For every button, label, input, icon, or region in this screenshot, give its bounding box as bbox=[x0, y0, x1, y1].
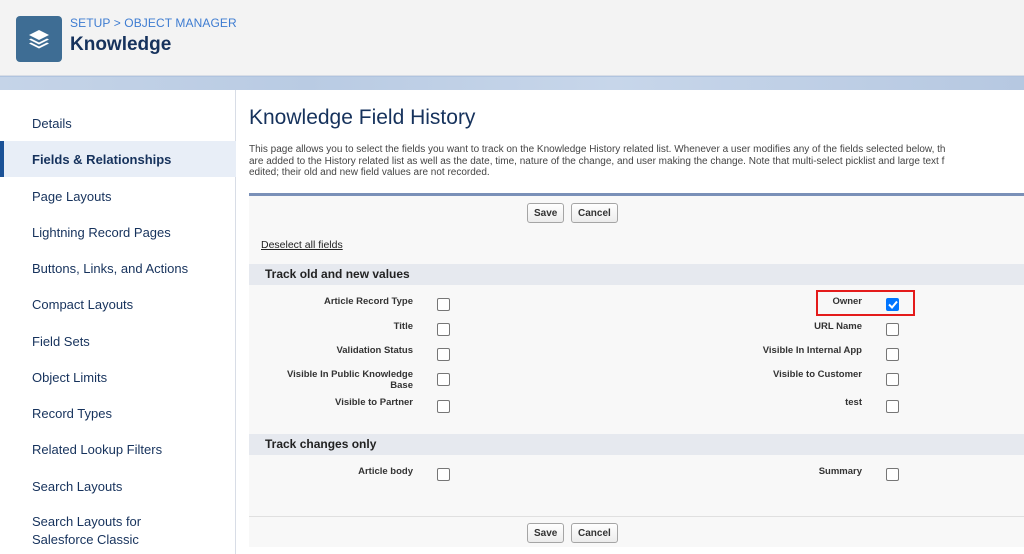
checkbox-validation-status[interactable] bbox=[437, 348, 450, 361]
sidebar-item-compact-layouts[interactable]: Compact Layouts bbox=[0, 286, 236, 322]
checkbox-visible-to-customer[interactable] bbox=[886, 373, 899, 386]
section-track-changes-only: Track changes only bbox=[249, 434, 1024, 455]
checkbox-summary[interactable] bbox=[886, 468, 899, 481]
field-label-title: Title bbox=[393, 321, 413, 332]
owner-highlight-box bbox=[816, 290, 915, 316]
field-label-test: test bbox=[845, 397, 862, 408]
sidebar-item-record-types[interactable]: Record Types bbox=[0, 395, 236, 431]
sidebar-item-page-layouts[interactable]: Page Layouts bbox=[0, 178, 236, 214]
field-label-article-record-type: Article Record Type bbox=[323, 296, 413, 307]
sidebar-item-search-layouts-classic[interactable]: Search Layouts for Salesforce Classic bbox=[0, 510, 200, 552]
field-label-visible-to-partner: Visible to Partner bbox=[335, 397, 413, 408]
deselect-all-link[interactable]: Deselect all fields bbox=[261, 239, 343, 251]
save-button-top[interactable]: Save bbox=[527, 203, 565, 223]
decorative-band bbox=[0, 77, 1024, 91]
object-manager-sidebar: Details Fields & Relationships Page Layo… bbox=[0, 90, 236, 554]
checkbox-visible-internal-app[interactable] bbox=[886, 348, 899, 361]
field-label-visible-internal-app: Visible In Internal App bbox=[762, 345, 862, 356]
bottom-button-bar: Save Cancel bbox=[249, 516, 1024, 550]
sidebar-item-buttons-links-actions[interactable]: Buttons, Links, and Actions bbox=[0, 250, 236, 286]
sidebar-item-fields-relationships[interactable]: Fields & Relationships bbox=[0, 141, 236, 177]
field-history-panel: Save Cancel Deselect all fields Track ol… bbox=[249, 193, 1024, 547]
checkbox-title[interactable] bbox=[437, 323, 450, 336]
object-title: Knowledge bbox=[70, 34, 172, 55]
sidebar-item-related-lookup-filters[interactable]: Related Lookup Filters bbox=[0, 431, 236, 467]
checkbox-visible-public-kb[interactable] bbox=[437, 373, 450, 386]
checkbox-visible-to-partner[interactable] bbox=[437, 400, 450, 413]
main-content: Knowledge Field History This page allows… bbox=[236, 90, 1024, 554]
page-title: Knowledge Field History bbox=[249, 106, 476, 129]
breadcrumb[interactable]: SETUP > OBJECT MANAGER bbox=[70, 16, 237, 30]
save-button-bottom[interactable]: Save bbox=[527, 523, 565, 543]
field-label-article-body: Article body bbox=[358, 466, 413, 477]
cancel-button-bottom[interactable]: Cancel bbox=[571, 523, 618, 543]
sidebar-item-object-limits[interactable]: Object Limits bbox=[0, 359, 236, 395]
section-track-old-new: Track old and new values bbox=[249, 264, 1024, 285]
sidebar-item-search-layouts[interactable]: Search Layouts bbox=[0, 468, 236, 504]
checkbox-article-record-type[interactable] bbox=[437, 298, 450, 311]
field-label-validation-status: Validation Status bbox=[336, 345, 413, 356]
sidebar-item-lightning-record-pages[interactable]: Lightning Record Pages bbox=[0, 214, 236, 250]
field-label-visible-public-kb: Visible In Public Knowledge Base bbox=[287, 369, 413, 391]
cancel-button-top[interactable]: Cancel bbox=[571, 203, 618, 223]
field-label-visible-to-customer: Visible to Customer bbox=[772, 369, 862, 380]
checkbox-article-body[interactable] bbox=[437, 468, 450, 481]
field-label-url-name: URL Name bbox=[814, 321, 862, 332]
sidebar-item-details[interactable]: Details bbox=[0, 105, 236, 141]
checkbox-test[interactable] bbox=[886, 400, 899, 413]
field-label-summary: Summary bbox=[818, 466, 862, 477]
page-description: This page allows you to select the field… bbox=[249, 144, 946, 178]
sidebar-item-field-sets[interactable]: Field Sets bbox=[0, 323, 236, 359]
page-header: SETUP > OBJECT MANAGER Knowledge bbox=[0, 0, 1024, 76]
checkbox-url-name[interactable] bbox=[886, 323, 899, 336]
layers-icon bbox=[16, 16, 62, 62]
